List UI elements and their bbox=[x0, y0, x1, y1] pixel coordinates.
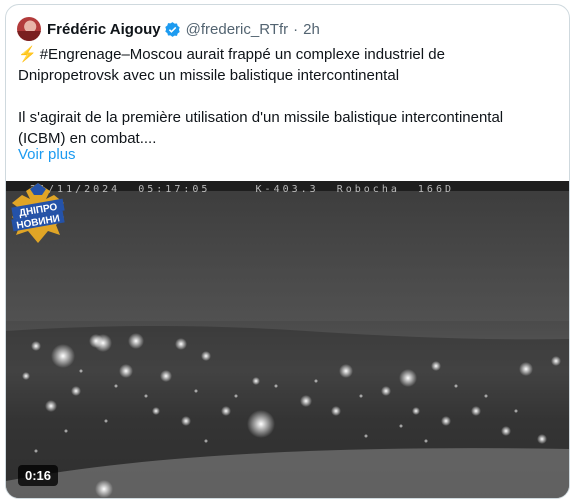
dnipro-novyny-logo: ДНІПРО НОВИНИ bbox=[11, 183, 65, 243]
hashtag-link[interactable]: #Engrenage bbox=[40, 46, 122, 63]
tweet-line-1-text: –Moscou aurait frappé un complexe indust… bbox=[121, 46, 445, 63]
separator-dot: · bbox=[293, 20, 299, 38]
night-scene-image bbox=[6, 181, 569, 498]
avatar-shape bbox=[17, 31, 41, 41]
tweet-line-3: Il s'agirait de la première utilisation … bbox=[18, 109, 504, 126]
tweet-card[interactable]: Frédéric Aigouy @frederic_RTfr · 2h ⚡ #En… bbox=[5, 4, 570, 499]
avatar[interactable] bbox=[17, 17, 41, 41]
tweet-text: ⚡ #Engrenage–Moscou aurait frappé un comp… bbox=[18, 44, 558, 149]
video-duration-badge: 0:16 bbox=[18, 465, 59, 486]
verified-badge-icon bbox=[164, 21, 180, 37]
tweet-header: Frédéric Aigouy @frederic_RTfr · 2h bbox=[17, 16, 320, 42]
video-player[interactable]: 21/11/2024 05:17:05 K-403.3 Robocha 166D… bbox=[6, 181, 569, 498]
author-handle[interactable]: @frederic_RTfr bbox=[186, 21, 288, 38]
tweet-line-1: ⚡ #Engrenage–Moscou aurait frappé un comp… bbox=[18, 44, 558, 65]
video-osd: 21/11/2024 05:17:05 K-403.3 Robocha 166D bbox=[30, 184, 569, 195]
lightning-icon: ⚡ bbox=[18, 46, 37, 63]
osd-info: K-403.3 Robocha 166D bbox=[255, 184, 454, 195]
tweet-line-4: (ICBM) en combat.... bbox=[18, 130, 157, 147]
show-more-link[interactable]: Voir plus bbox=[18, 146, 76, 163]
tweet-time[interactable]: 2h bbox=[303, 21, 320, 38]
author-name[interactable]: Frédéric Aigouy bbox=[47, 21, 161, 38]
tweet-line-2: Dnipropetrovsk avec un missile balistiqu… bbox=[18, 67, 400, 84]
